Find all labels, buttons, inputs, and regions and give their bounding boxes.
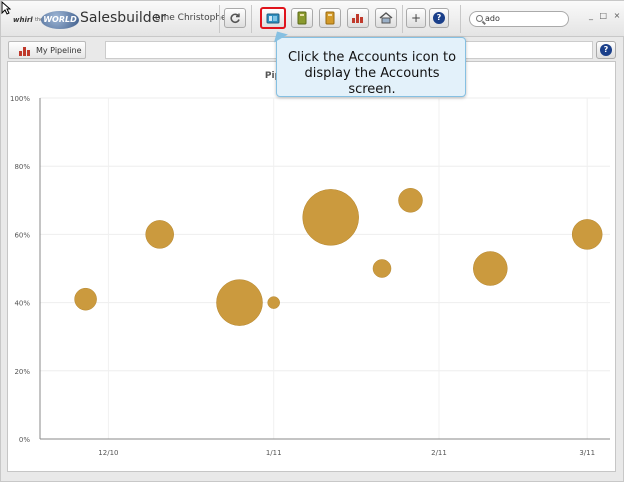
add-button[interactable]: + [406, 8, 426, 28]
y-tick-label: 20% [14, 368, 30, 376]
pipeline-bubble [372, 259, 392, 278]
pipeline-bubble [267, 296, 280, 309]
toolbar-separator [460, 5, 461, 33]
toolbar-separator [402, 5, 403, 33]
main-toolbar: whirl the WORLD Salesbuilder ome Christo… [1, 1, 624, 37]
toolbar-separator [251, 5, 252, 33]
y-tick-label: 0% [19, 436, 30, 444]
pipeline-bubble [571, 219, 603, 250]
x-tick-label: 2/11 [431, 449, 447, 457]
toolbar-help-button[interactable]: ? [429, 8, 449, 28]
logo-text-world: WORLD [41, 11, 79, 29]
y-tick-label: 100% [10, 95, 30, 103]
refresh-icon [230, 13, 240, 24]
pipeline-chart-panel: 0%20%40%60%80%100%12/101/112/113/11 Pipe… [7, 61, 616, 472]
x-tick-label: 1/11 [266, 449, 282, 457]
pipeline-button[interactable] [347, 8, 369, 28]
mouse-cursor-icon [1, 1, 11, 15]
welcome-text: ome Christophe [155, 13, 227, 23]
y-tick-label: 40% [14, 300, 30, 308]
book-icon [297, 11, 307, 25]
toolbar-separator [219, 5, 220, 33]
help-icon: ? [600, 44, 612, 56]
y-tick-label: 60% [14, 231, 30, 239]
folder-icon [325, 11, 335, 25]
pipeline-bubble [302, 189, 359, 246]
bubble-chart: 0% 20% 40% 60% 80% 100% 12/10 1/11 2/11 3/11 [10, 95, 610, 457]
tab-label: My Pipeline [36, 46, 82, 55]
logo-text-whirl: whirl [13, 16, 33, 24]
app-window: whirl the WORLD Salesbuilder ome Christo… [0, 0, 624, 482]
window-controls[interactable]: _ □ × [589, 11, 622, 20]
x-tick-label: 12/10 [98, 449, 118, 457]
accounts-button[interactable] [260, 7, 286, 29]
callout-text: Click the Accounts icon to display the A… [287, 50, 457, 97]
search-icon [476, 15, 483, 22]
home-button[interactable] [375, 8, 397, 28]
panel-help-button[interactable]: ? [596, 41, 616, 59]
whirl-the-world-logo: whirl the WORLD [9, 8, 79, 30]
search-input[interactable]: ado [469, 11, 569, 27]
pipeline-bubble [145, 220, 174, 249]
x-tick-label: 3/11 [579, 449, 595, 457]
app-title: Salesbuilder [80, 10, 167, 26]
search-value: ado [485, 14, 500, 23]
plus-icon: + [410, 11, 422, 25]
contacts-button[interactable] [291, 8, 313, 28]
pipeline-bubble [74, 287, 97, 311]
y-tick-label: 80% [14, 163, 30, 171]
refresh-button[interactable] [224, 8, 246, 28]
tab-my-pipeline[interactable]: My Pipeline [8, 41, 86, 59]
pipeline-chart-icon [19, 47, 30, 56]
pipeline-bubble [216, 279, 263, 326]
accounts-icon [266, 13, 280, 24]
home-icon [379, 12, 393, 24]
pipeline-chart-icon [352, 14, 363, 23]
pipeline-bubble [398, 188, 423, 213]
help-icon: ? [433, 12, 445, 24]
opportunities-button[interactable] [319, 8, 341, 28]
instruction-callout: Click the Accounts icon to display the A… [276, 37, 466, 97]
pipeline-bubble [473, 251, 508, 286]
